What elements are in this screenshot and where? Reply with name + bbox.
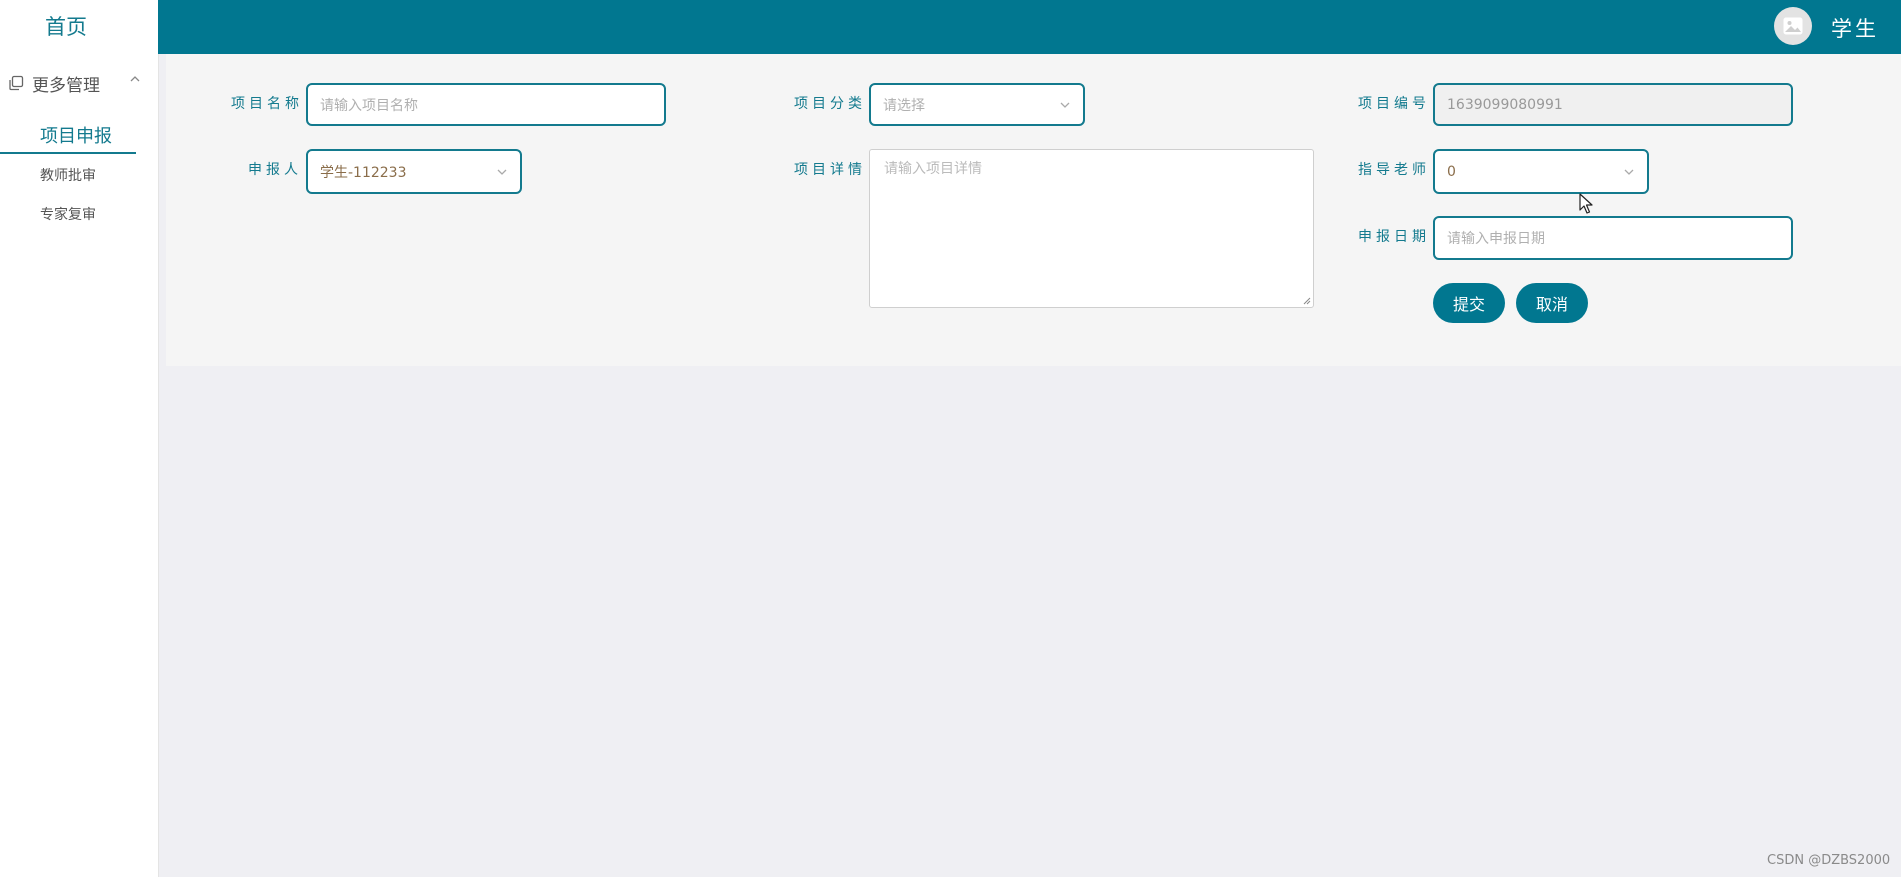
top-header-bar	[158, 0, 1901, 54]
applicant-value: 学生-112233	[320, 164, 407, 181]
project-name-input[interactable]: 请输入项目名称	[306, 83, 666, 126]
advisor-label: 指导老师	[1358, 162, 1430, 178]
image-icon	[1783, 17, 1803, 35]
apply-date-input[interactable]: 请输入申报日期	[1433, 216, 1793, 260]
project-number-value: 1639099080991	[1447, 96, 1563, 113]
home-link[interactable]: 首页	[0, 11, 132, 41]
project-name-placeholder: 请输入项目名称	[320, 97, 418, 114]
watermark: CSDN @DZBS2000	[1767, 853, 1891, 868]
cancel-button[interactable]: 取消	[1516, 283, 1588, 323]
resize-grip-icon[interactable]	[1303, 297, 1311, 305]
sidebar-item-teacher-review[interactable]: 教师批审	[0, 165, 136, 185]
project-detail-textarea[interactable]: 请输入项目详情	[869, 149, 1314, 308]
chevron-down-icon	[1624, 169, 1634, 175]
user-avatar[interactable]	[1774, 7, 1812, 45]
project-category-label: 项目分类	[794, 96, 866, 112]
chevron-down-icon	[1060, 102, 1070, 108]
advisor-select[interactable]: 0	[1433, 149, 1649, 194]
mouse-cursor-icon	[1579, 193, 1593, 214]
advisor-value: 0	[1447, 163, 1456, 180]
menu-group-label: 更多管理	[32, 75, 100, 96]
sidebar-item-project-apply[interactable]: 项目申报	[0, 122, 136, 154]
project-name-label: 项目名称	[231, 96, 303, 112]
chevron-up-icon	[130, 76, 140, 82]
chevron-down-icon	[497, 169, 507, 175]
copy-icon	[9, 75, 24, 91]
project-category-select[interactable]: 请选择	[869, 83, 1085, 126]
sidebar-item-expert-review[interactable]: 专家复审	[0, 204, 136, 224]
applicant-label: 申报人	[248, 162, 302, 178]
apply-date-label: 申报日期	[1358, 229, 1430, 245]
user-name[interactable]: 学生	[1831, 13, 1879, 43]
project-detail-placeholder: 请输入项目详情	[884, 161, 982, 177]
sidebar: 首页 更多管理 项目申报 教师批审 专家复审	[0, 0, 159, 877]
submit-button[interactable]: 提交	[1433, 283, 1505, 323]
menu-group-more-management[interactable]: 更多管理	[8, 71, 142, 96]
applicant-select[interactable]: 学生-112233	[306, 149, 522, 194]
apply-date-placeholder: 请输入申报日期	[1447, 231, 1545, 247]
project-category-placeholder: 请选择	[883, 97, 925, 114]
project-number-input: 1639099080991	[1433, 83, 1793, 126]
project-number-label: 项目编号	[1358, 96, 1430, 112]
project-detail-label: 项目详情	[794, 162, 866, 178]
